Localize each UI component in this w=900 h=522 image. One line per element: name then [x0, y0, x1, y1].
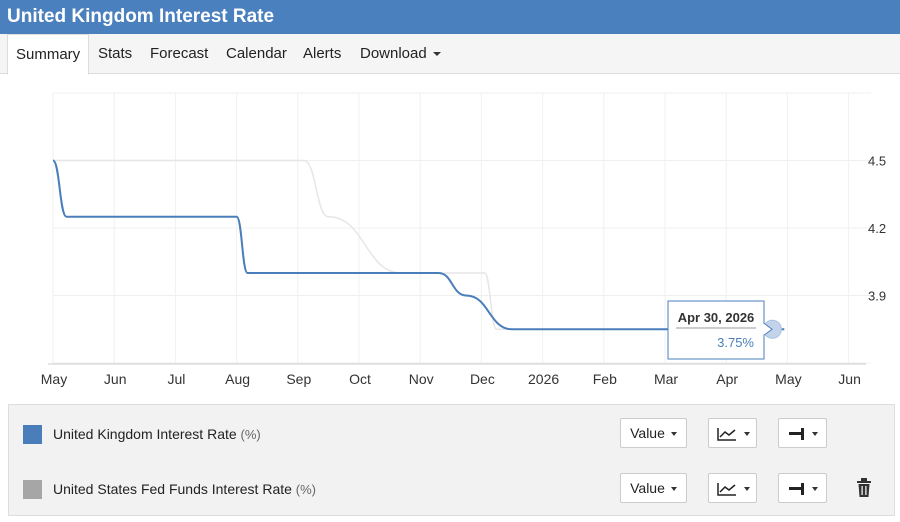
value-dropdown-label: Value — [630, 425, 665, 441]
x-tick-label: Jul — [167, 371, 185, 387]
x-tick-label: May — [775, 371, 801, 387]
line-chart-icon — [716, 428, 736, 442]
chevron-down-icon — [432, 52, 441, 57]
tooltip-value: 3.75% — [717, 335, 754, 350]
legend-series-name: United Kingdom Interest Rate — [53, 426, 237, 442]
page-title: United Kingdom Interest Rate — [0, 0, 900, 34]
axis-dropdown[interactable] — [778, 418, 827, 448]
x-tick-label: Jun — [104, 371, 127, 387]
x-tick-label: May — [41, 371, 67, 387]
tooltip-date: Apr 30, 2026 — [678, 310, 755, 325]
x-tick-label: 2026 — [528, 371, 559, 387]
chart-type-dropdown[interactable] — [708, 473, 757, 503]
legend-series-label[interactable]: United Kingdom Interest Rate (%) — [53, 425, 261, 444]
x-tick-label: Aug — [225, 371, 250, 387]
x-tick-label: Sep — [286, 371, 311, 387]
tooltip: Apr 30, 2026 3.75% — [667, 300, 782, 360]
chart-area[interactable]: May Jun Jul Aug Sep Oct Nov Dec 2026 Feb Mar Apr May… — [0, 75, 900, 395]
legend-swatch — [23, 425, 42, 444]
chevron-down-icon — [670, 487, 677, 492]
legend-series-name: United States Fed Funds Interest Rate — [53, 481, 292, 497]
y-tick-label: 3.9 — [868, 289, 886, 304]
legend-swatch — [23, 480, 42, 499]
chart-type-dropdown[interactable] — [708, 418, 757, 448]
x-tick-label: Dec — [470, 371, 495, 387]
legend-panel: United Kingdom Interest Rate (%) Value U… — [8, 404, 895, 516]
chevron-down-icon — [670, 432, 677, 437]
legend-series-label[interactable]: United States Fed Funds Interest Rate (%… — [53, 480, 316, 499]
line-chart-icon — [716, 483, 736, 497]
chevron-down-icon — [743, 432, 750, 437]
chevron-down-icon — [811, 487, 818, 492]
tab-summary[interactable]: Summary — [7, 34, 90, 75]
x-tick-label: Nov — [409, 371, 434, 387]
y-tick-label: 4.2 — [868, 221, 886, 236]
tab-download-label: Download — [360, 45, 427, 62]
chevron-down-icon — [811, 432, 818, 437]
y-tick-label: 4.5 — [868, 154, 886, 169]
x-tick-label: Mar — [654, 371, 678, 387]
x-tick-label: Jun — [838, 371, 861, 387]
legend-series-unit: (%) — [240, 427, 261, 442]
delete-series-button[interactable] — [855, 478, 873, 498]
tab-download[interactable]: Download — [360, 34, 441, 74]
value-dropdown[interactable]: Value — [620, 473, 687, 503]
tab-alerts[interactable]: Alerts — [303, 34, 341, 74]
x-tick-label: Oct — [349, 371, 371, 387]
tab-forecast[interactable]: Forecast — [150, 34, 208, 74]
y-axis: 3.9 4.2 4.5 — [868, 154, 886, 304]
tab-bar: Summary Stats Forecast Calendar Alerts D… — [0, 34, 900, 75]
axis-right-icon — [788, 483, 804, 496]
line-chart[interactable]: May Jun Jul Aug Sep Oct Nov Dec 2026 Feb Mar Apr May… — [0, 75, 900, 395]
value-dropdown-label: Value — [630, 480, 665, 496]
value-dropdown[interactable]: Value — [620, 418, 687, 448]
legend-row: United Kingdom Interest Rate (%) Value — [9, 415, 894, 455]
x-tick-label: Feb — [593, 371, 617, 387]
x-tick-label: Apr — [716, 371, 738, 387]
x-axis: May Jun Jul Aug Sep Oct Nov Dec 2026 Feb Mar Apr May… — [41, 371, 861, 387]
legend-series-unit: (%) — [295, 482, 317, 497]
tab-stats[interactable]: Stats — [98, 34, 132, 74]
axis-dropdown[interactable] — [778, 473, 827, 503]
tab-calendar[interactable]: Calendar — [226, 34, 287, 74]
legend-row: United States Fed Funds Interest Rate (%… — [9, 470, 894, 510]
trash-icon — [857, 478, 871, 497]
chevron-down-icon — [743, 487, 750, 492]
axis-right-icon — [788, 428, 804, 441]
